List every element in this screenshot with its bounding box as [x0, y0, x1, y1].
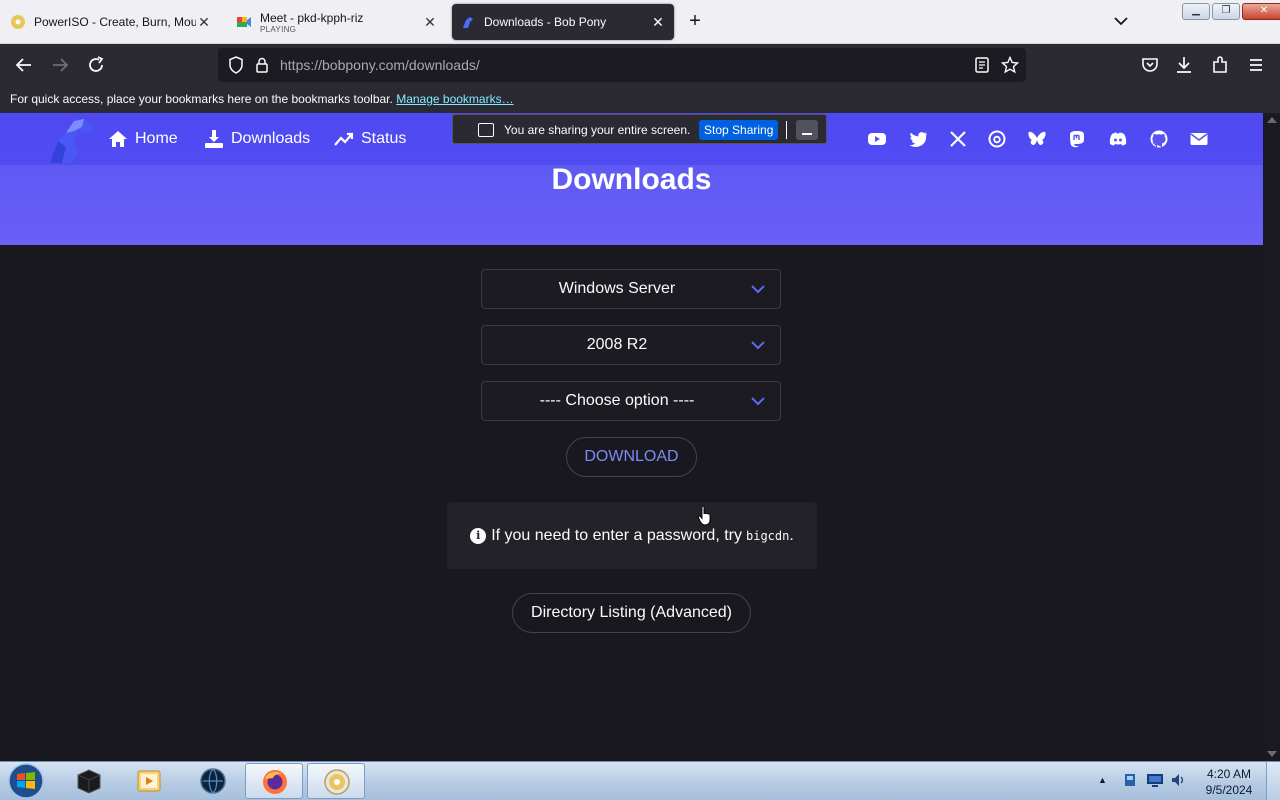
reload-icon[interactable]: [84, 53, 108, 77]
tab-title: PowerISO - Create, Burn, Mount: [34, 15, 196, 29]
back-icon[interactable]: [12, 53, 36, 77]
minimize-button[interactable]: ▁: [1182, 3, 1210, 20]
x-icon[interactable]: [948, 129, 968, 149]
close-tab-icon[interactable]: ✕: [422, 14, 438, 31]
start-orb-icon[interactable]: [6, 762, 46, 800]
scroll-up-icon[interactable]: [1267, 117, 1277, 123]
screen-share-icon: [478, 123, 494, 137]
tab-downloads[interactable]: Downloads - Bob Pony ✕: [452, 4, 674, 40]
bookmark-star-icon[interactable]: [1000, 55, 1020, 75]
tab-playing-label: PLAYING: [260, 24, 297, 34]
tab-strip: PowerISO - Create, Burn, Mount ✕ Meet - …: [0, 0, 1280, 44]
tab-title: Downloads - Bob Pony: [484, 15, 607, 29]
password-notice: i If you need to enter a password, try b…: [447, 502, 817, 569]
show-hidden-icons-button[interactable]: ▲: [1098, 772, 1108, 788]
close-tab-icon[interactable]: ✕: [650, 14, 666, 31]
download-button[interactable]: DOWNLOAD: [566, 437, 697, 477]
page-title: Downloads: [551, 163, 712, 196]
url-text[interactable]: https://bobpony.com/downloads/: [280, 57, 480, 73]
poweriso-disc-icon: [324, 769, 350, 795]
chevron-down-icon: [751, 341, 765, 350]
chevron-down-icon: [751, 285, 765, 294]
tab-meet[interactable]: Meet - pkd-kpph-riz PLAYING ✕: [228, 4, 446, 40]
scroll-down-icon[interactable]: [1267, 751, 1277, 757]
nav-toolbar: https://bobpony.com/downloads/: [0, 44, 1280, 86]
dark-globe-icon: [200, 768, 226, 794]
poweriso-favicon-icon: [11, 15, 25, 29]
nav-status-link[interactable]: Status: [334, 129, 406, 149]
taskbar-item-firefox[interactable]: [245, 763, 303, 799]
chevron-down-icon: [751, 397, 765, 406]
tab-poweriso[interactable]: PowerISO - Create, Burn, Mount ✕: [2, 4, 220, 40]
threads-icon[interactable]: [987, 129, 1007, 149]
url-bar[interactable]: https://bobpony.com/downloads/: [218, 48, 1026, 82]
sharing-message: You are sharing your entire screen.: [504, 123, 691, 137]
notice-text: If you need to enter a password, try: [491, 526, 742, 544]
os-select[interactable]: Windows Server: [481, 269, 781, 309]
version-select[interactable]: 2008 R2: [481, 325, 781, 365]
nav-downloads-link[interactable]: Downloads: [204, 129, 310, 149]
bobpony-favicon-icon: [463, 17, 473, 28]
download-icon: [205, 130, 223, 148]
black-box-app-icon: [77, 769, 101, 794]
lock-icon[interactable]: [252, 55, 272, 75]
bobpony-logo-icon[interactable]: [44, 117, 96, 167]
google-meet-favicon-icon: [237, 17, 251, 27]
tab-title: Meet - pkd-kpph-riz PLAYING: [260, 11, 422, 34]
notice-period: .: [789, 526, 794, 544]
page-scrollbar[interactable]: [1263, 113, 1280, 761]
stop-sharing-button[interactable]: Stop Sharing: [699, 120, 779, 140]
twitter-icon[interactable]: [908, 129, 928, 149]
trending-chart-icon: [334, 132, 354, 146]
taskbar-item-globe-app[interactable]: [184, 763, 242, 799]
taskbar-item-app[interactable]: [60, 763, 118, 799]
new-tab-button[interactable]: +: [684, 10, 706, 32]
system-clock[interactable]: 4:20 AM 9/5/2024: [1200, 766, 1258, 798]
window-controls: ▁ ❐ ✕: [1180, 3, 1280, 20]
show-desktop-button[interactable]: [1266, 762, 1280, 800]
restore-button[interactable]: ❐: [1212, 3, 1240, 20]
taskbar-item-poweriso[interactable]: [307, 763, 365, 799]
page-viewport: Home Downloads Status Downloads You are …: [0, 113, 1280, 761]
bluesky-icon[interactable]: [1027, 129, 1047, 149]
discord-icon[interactable]: [1108, 129, 1128, 149]
home-icon: [109, 131, 127, 147]
manage-bookmarks-link[interactable]: Manage bookmarks…: [396, 92, 513, 106]
divider: [786, 121, 787, 139]
option-select[interactable]: ---- Choose option ----: [481, 381, 781, 421]
extensions-icon[interactable]: [1208, 53, 1232, 77]
clock-date: 9/5/2024: [1205, 783, 1253, 797]
taskbar-item-media-player[interactable]: [120, 763, 178, 799]
close-tab-icon[interactable]: ✕: [196, 14, 212, 31]
firefox-icon: [263, 770, 287, 794]
media-player-icon: [137, 770, 161, 792]
list-all-tabs-icon[interactable]: [1110, 10, 1132, 32]
info-icon: i: [470, 527, 487, 544]
network-adapter-icon[interactable]: [1122, 772, 1138, 788]
monitor-icon[interactable]: [1146, 772, 1164, 788]
clock-time: 4:20 AM: [1206, 767, 1252, 781]
screen: PowerISO - Create, Burn, Mount ✕ Meet - …: [0, 0, 1280, 800]
menu-icon[interactable]: [1244, 53, 1268, 77]
screen-sharing-indicator: You are sharing your entire screen. Stop…: [452, 114, 827, 144]
windows-taskbar: ▲ 4:20 AM 9/5/2024: [0, 761, 1280, 800]
hand-cursor-icon: [698, 506, 711, 526]
speaker-icon[interactable]: [1170, 772, 1186, 788]
youtube-icon[interactable]: [867, 129, 887, 149]
downloads-icon[interactable]: [1172, 53, 1196, 77]
pocket-icon[interactable]: [1138, 53, 1162, 77]
notice-code: bigcdn: [746, 528, 790, 543]
nav-home-link[interactable]: Home: [108, 129, 178, 149]
minimize-indicator-button[interactable]: [796, 120, 818, 140]
close-window-button[interactable]: ✕: [1242, 3, 1280, 20]
github-icon[interactable]: [1149, 129, 1169, 149]
reader-view-icon[interactable]: [972, 55, 992, 75]
bookmarks-toolbar: For quick access, place your bookmarks h…: [0, 86, 1280, 113]
tracking-protection-shield-icon[interactable]: [226, 55, 246, 75]
forward-icon[interactable]: [48, 53, 72, 77]
mail-icon[interactable]: [1189, 129, 1209, 149]
directory-listing-button[interactable]: Directory Listing (Advanced): [512, 593, 751, 633]
mastodon-icon[interactable]: [1067, 129, 1087, 149]
bookmarks-hint: For quick access, place your bookmarks h…: [10, 92, 393, 106]
